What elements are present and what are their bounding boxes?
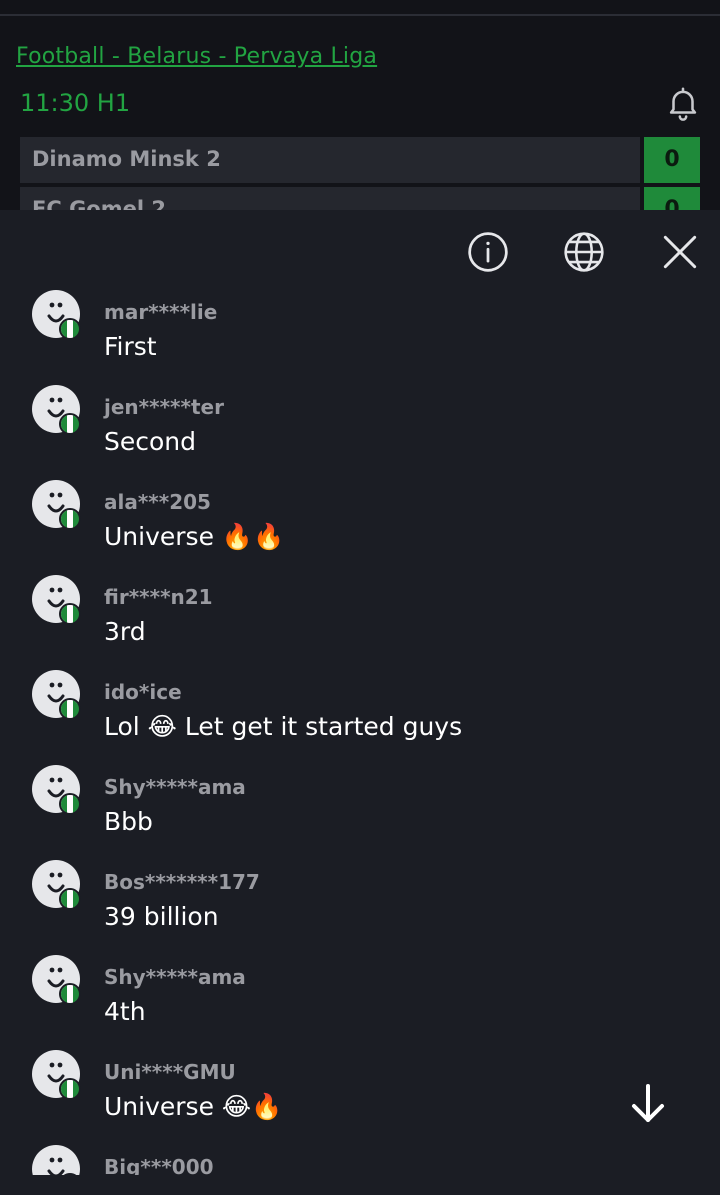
country-flag-icon — [59, 888, 81, 910]
chat-message: Bos*******177 39 billion — [0, 860, 720, 955]
top-divider — [0, 14, 720, 16]
chat-username: ido*ice — [104, 680, 182, 704]
chat-message: jen*****ter Second — [0, 385, 720, 480]
chat-text: 39 billion — [104, 902, 219, 931]
country-flag-icon — [59, 698, 81, 720]
chat-message: Big***000 — [0, 1145, 720, 1175]
chat-username: Big***000 — [104, 1155, 214, 1175]
chat-text: Second — [104, 427, 197, 456]
country-flag-icon — [59, 793, 81, 815]
chat-username: jen*****ter — [104, 395, 224, 419]
league-link[interactable]: Football - Belarus - Pervaya Liga — [16, 44, 377, 69]
avatar-face-icon — [47, 1157, 65, 1175]
chat-message: mar****lie First — [0, 290, 720, 385]
globe-icon[interactable] — [562, 230, 606, 274]
chat-message: Shy*****ama Bbb — [0, 765, 720, 860]
arrow-down-icon[interactable] — [624, 1080, 672, 1128]
chat-message-list[interactable]: mar****lie First jen*****ter Second ala***20… — [0, 290, 720, 1175]
match-time: 11:30 H1 — [20, 89, 131, 117]
chat-text: 3rd — [104, 617, 146, 646]
chat-username: fir****n21 — [104, 585, 213, 609]
chat-message: ala***205 Universe 🔥🔥 — [0, 480, 720, 575]
country-flag-icon — [59, 983, 81, 1005]
chat-username: ala***205 — [104, 490, 211, 514]
chat-text: 4th — [104, 997, 146, 1026]
team-row-home: Dinamo Minsk 2 — [20, 137, 640, 183]
chat-text: Universe 🔥🔥 — [104, 522, 285, 551]
match-page: Football - Belarus - Pervaya Liga 11:30 … — [0, 0, 720, 233]
info-icon[interactable] — [466, 230, 510, 274]
chat-text: Bbb — [104, 807, 153, 836]
chat-message: Shy*****ama 4th — [0, 955, 720, 1050]
team-name: Dinamo Minsk 2 — [32, 147, 221, 171]
chat-text: Universe 😂🔥 — [104, 1092, 283, 1121]
chat-message: ido*ice Lol 😂 Let get it started guys — [0, 670, 720, 765]
chat-text: First — [104, 332, 157, 361]
chat-text: Lol 😂 Let get it started guys — [104, 712, 463, 741]
country-flag-icon — [59, 508, 81, 530]
chat-username: Shy*****ama — [104, 775, 246, 799]
chat-username: Uni****GMU — [104, 1060, 236, 1084]
country-flag-icon — [59, 318, 81, 340]
country-flag-icon — [59, 1078, 81, 1100]
chat-message: Uni****GMU Universe 😂🔥 — [0, 1050, 720, 1145]
country-flag-icon — [59, 603, 81, 625]
user-avatar[interactable] — [32, 1145, 80, 1175]
team-score-home: 0 — [644, 137, 700, 183]
chat-sheet: mar****lie First jen*****ter Second ala***20… — [0, 210, 720, 1195]
country-flag-icon — [59, 413, 81, 435]
close-icon[interactable] — [658, 230, 702, 274]
bell-icon[interactable] — [664, 84, 702, 122]
chat-username: Shy*****ama — [104, 965, 246, 989]
chat-message: fir****n21 3rd — [0, 575, 720, 670]
chat-username: mar****lie — [104, 300, 218, 324]
chat-username: Bos*******177 — [104, 870, 260, 894]
